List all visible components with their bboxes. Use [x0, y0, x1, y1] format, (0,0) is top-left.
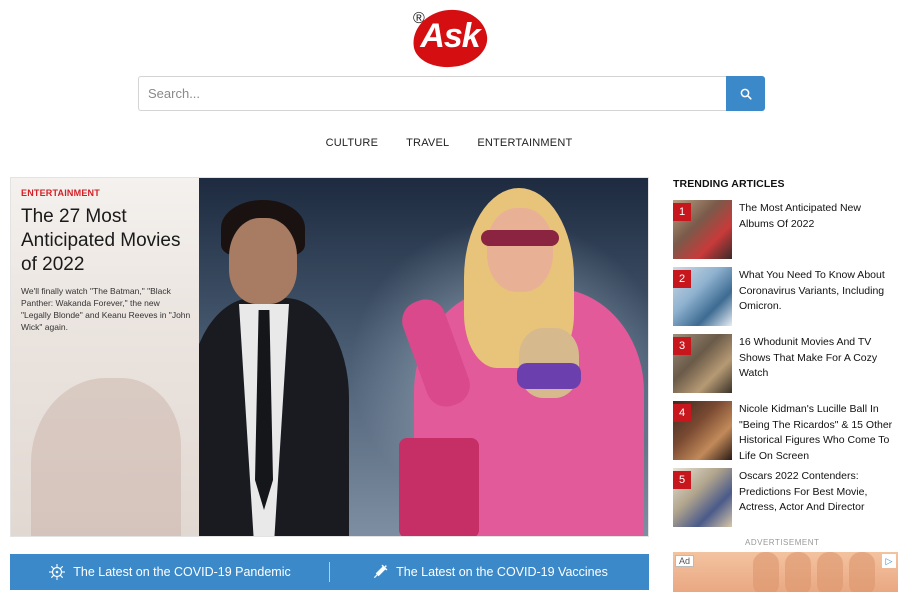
trending-item[interactable]: 1 The Most Anticipated New Albums Of 202…: [673, 200, 895, 267]
hero-handbag: [399, 438, 479, 536]
nav-travel[interactable]: TRAVEL: [392, 137, 463, 149]
virus-icon: [49, 564, 66, 580]
covid-pandemic-link[interactable]: The Latest on the COVID-19 Pandemic: [10, 563, 329, 581]
search-icon: [740, 88, 752, 100]
trending-list: 1 The Most Anticipated New Albums Of 202…: [673, 200, 895, 535]
search-button[interactable]: [726, 76, 765, 111]
trending-heading: TRENDING ARTICLES: [673, 178, 785, 190]
hero-text: ENTERTAINMENT The 27 Most Anticipated Mo…: [21, 188, 191, 333]
covid-vaccines-link[interactable]: The Latest on the COVID-19 Vaccines: [330, 563, 649, 581]
trending-title[interactable]: The Most Anticipated New Albums Of 2022: [739, 201, 895, 232]
trending-rank: 3: [673, 337, 691, 355]
hero-category[interactable]: ENTERTAINMENT: [21, 188, 191, 198]
trending-title[interactable]: Oscars 2022 Contenders: Predictions For …: [739, 469, 895, 516]
trending-item[interactable]: 4 Nicole Kidman's Lucille Ball In "Being…: [673, 401, 895, 468]
ad-choices-icon[interactable]: ▷: [882, 554, 896, 568]
advertisement[interactable]: Ad ▷: [673, 552, 898, 592]
trending-item[interactable]: 3 16 Whodunit Movies And TV Shows That M…: [673, 334, 895, 401]
hero-description: We'll finally watch "The Batman," "Black…: [21, 286, 191, 332]
trending-rank: 1: [673, 203, 691, 221]
nav-entertainment[interactable]: ENTERTAINMENT: [463, 137, 586, 149]
trending-rank: 2: [673, 270, 691, 288]
nav-culture[interactable]: CULTURE: [312, 137, 393, 149]
search-input[interactable]: [138, 76, 728, 111]
hero-article[interactable]: ENTERTAINMENT The 27 Most Anticipated Mo…: [10, 177, 649, 537]
category-nav: CULTURE TRAVEL ENTERTAINMENT: [0, 137, 898, 149]
hero-image[interactable]: [199, 178, 648, 536]
trending-rank: 4: [673, 404, 691, 422]
trending-item[interactable]: 5 Oscars 2022 Contenders: Predictions Fo…: [673, 468, 895, 535]
trending-title[interactable]: What You Need To Know About Coronavirus …: [739, 268, 895, 315]
covid-vaccines-label: The Latest on the COVID-19 Vaccines: [396, 565, 608, 579]
trending-item[interactable]: 2 What You Need To Know About Coronaviru…: [673, 267, 895, 334]
ad-badge: Ad: [675, 555, 695, 567]
covid-pandemic-label: The Latest on the COVID-19 Pandemic: [73, 565, 291, 579]
syringe-icon: [374, 564, 388, 579]
advertisement-label: ADVERTISEMENT: [745, 538, 820, 547]
search-bar: [138, 76, 765, 111]
hero-background-figure: [31, 378, 181, 536]
trending-title[interactable]: 16 Whodunit Movies And TV Shows That Mak…: [739, 335, 895, 382]
registered-mark: ®: [413, 10, 425, 27]
hero-title[interactable]: The 27 Most Anticipated Movies of 2022: [21, 205, 191, 277]
covid-bar: The Latest on the COVID-19 Pandemic The …: [10, 554, 649, 590]
trending-title[interactable]: Nicole Kidman's Lucille Ball In "Being T…: [739, 402, 895, 464]
trending-rank: 5: [673, 471, 691, 489]
